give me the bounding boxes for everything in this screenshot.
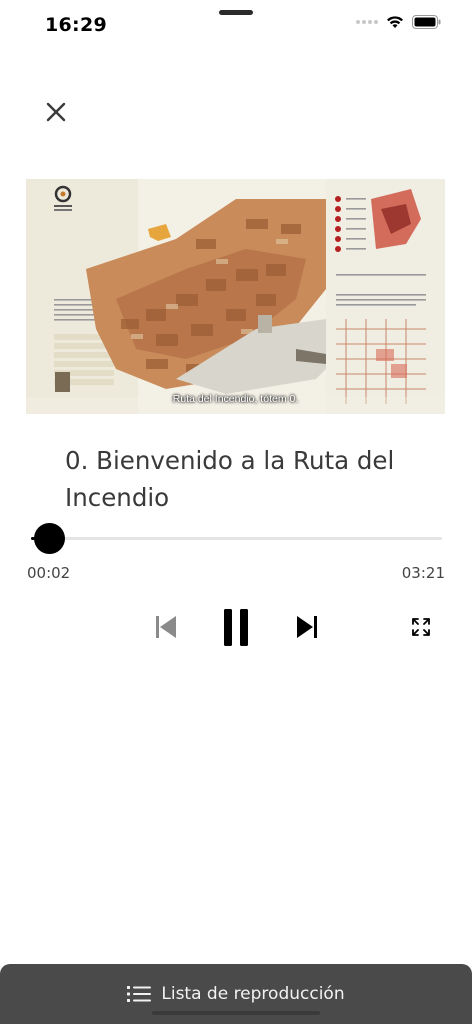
list-icon	[127, 986, 152, 1002]
current-time: 00:02	[27, 564, 71, 582]
wifi-icon	[387, 16, 403, 28]
progress-thumb[interactable]	[34, 523, 65, 554]
pause-icon	[224, 609, 248, 646]
cover-caption: Ruta del Incendio, tótem 0.	[172, 393, 299, 405]
total-time: 03:21	[401, 564, 445, 582]
track-title: 0. Bienvenido a la Ruta del Incendio	[65, 446, 395, 512]
close-button[interactable]	[44, 100, 68, 124]
playlist-button[interactable]: Lista de reproducción	[0, 964, 472, 1024]
status-time: 16:29	[45, 14, 107, 36]
skip-previous-icon	[156, 616, 176, 638]
playlist-button-content: Lista de reproducción	[127, 984, 345, 1004]
playlist-label: Lista de reproducción	[161, 984, 345, 1004]
cover-image: Ruta del Incendio, tótem 0.	[26, 179, 445, 414]
home-indicator	[152, 1011, 320, 1015]
close-icon	[46, 102, 66, 122]
pause-button[interactable]	[223, 608, 249, 647]
progress-bar[interactable]	[31, 523, 442, 554]
battery-icon	[412, 15, 441, 29]
status-icons	[356, 15, 442, 29]
poster-map-illustration	[26, 179, 445, 414]
expand-button[interactable]	[412, 618, 430, 636]
expand-icon	[412, 618, 430, 636]
cellular-dots-icon	[356, 20, 378, 24]
notch-bar	[219, 10, 253, 15]
skip-next-icon	[297, 616, 317, 638]
next-button[interactable]	[295, 614, 319, 640]
previous-button[interactable]	[154, 614, 178, 640]
